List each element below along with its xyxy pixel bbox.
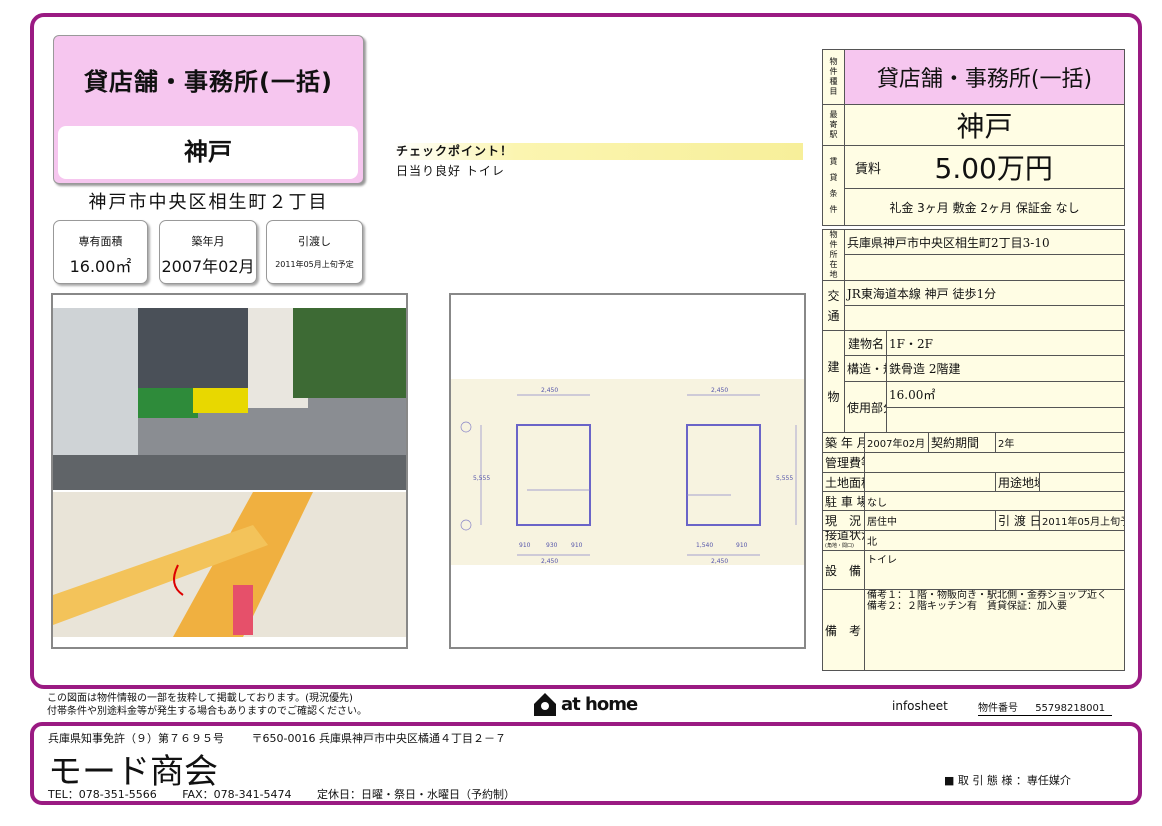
mgmt-label: 管理費等 [822, 452, 865, 473]
company-contact: TEL：078-351-5566 FAX：078-341-5474 定休日：日曜… [48, 786, 515, 802]
street-photo [53, 308, 406, 637]
tel: TEL：078-351-5566 [48, 788, 157, 801]
dim-label: 930 [546, 542, 558, 549]
infosheet-label: infosheet [892, 699, 948, 713]
location-value: 兵庫県神戸市中央区相生町2丁目3-10 [844, 229, 1125, 255]
term-value: 2年 [995, 432, 1125, 453]
road-label-text: 接道状況 [825, 530, 864, 542]
dim-label: 910 [519, 542, 531, 549]
deposits-value: 礼金 3ヶ月 敷金 2ヶ月 保証金 なし [844, 188, 1125, 226]
card-label: 専有面積 [78, 235, 123, 248]
station-value: 神戸 [844, 104, 1125, 146]
fax: FAX：078-341-5474 [182, 788, 292, 801]
station-title: 神戸 [58, 126, 358, 179]
handover-card: 引渡し 2011年05月上旬予定 [266, 220, 363, 284]
floorplan-image: 2,450 2,450 2,450 2,450 5,555 5,555 910 … [451, 379, 804, 565]
dim-label: 2,450 [711, 387, 728, 394]
details-table: 物件所在地 兵庫県神戸市中央区相生町2丁目3-10 交通 JR東海道本線 神戸 徒歩… [822, 229, 1125, 671]
house-icon [534, 693, 556, 716]
equip-label: 設 備 [822, 550, 865, 590]
dim-label: 910 [736, 542, 748, 549]
property-number-label: 物件番号 [978, 703, 1018, 714]
road-value: 北 [864, 530, 1125, 551]
rent-value: 5.00万円 [904, 145, 1125, 189]
built-value: 2007年02月 [864, 432, 929, 453]
terms-label: 賃貸条件 [829, 156, 838, 214]
transport-value: JR東海道本線 神戸 徒歩1分 [844, 280, 1125, 306]
struct-value: 鉄骨造 2階建 [886, 355, 1125, 382]
disclaimer-line: 付帯条件や別途料金等が発生する場合もありますのでご確認ください。 [47, 706, 367, 717]
parking-label: 駐 車 場 [822, 491, 865, 511]
athome-logo: at home [533, 692, 638, 716]
floorplan-frame: 2,450 2,450 2,450 2,450 5,555 5,555 910 … [449, 293, 806, 649]
term-label: 契約期間 [928, 432, 996, 453]
land-label: 土地面積 [822, 472, 865, 492]
struct-label: 構造・規模 [844, 355, 887, 382]
type-label-cell: 物件種目 [822, 49, 845, 105]
station-label: 最寄駅 [829, 110, 838, 139]
road-label: 接道状況(角地・間口) [822, 530, 865, 551]
deal-type: ■ 取 引 態 様 ：専任媒介 [944, 774, 1071, 787]
property-number: 物件番号 55798218001 [978, 699, 1112, 716]
type-value: 貸店舗・事務所(一括) [844, 49, 1125, 105]
card-value: 2007年02月 [161, 257, 255, 276]
area-value: 16.00㎡ [886, 381, 1125, 408]
handover-label: 引 渡 日 [995, 510, 1040, 531]
building-label: 建物 [822, 330, 845, 433]
notes-value: 備考１：１階・物販向き・駅北側・金券ショップ近く 備考２：２階キッチン有 賃貸保… [864, 589, 1125, 671]
dim-label: 5,555 [473, 475, 490, 482]
disclaimer: この図面は物件情報の一部を抜粋して掲載しております。(現況優先) 付帯条件や別途… [47, 692, 367, 718]
property-type-title: 貸店舗・事務所(一括) [84, 68, 333, 96]
disclaimer-line: この図面は物件情報の一部を抜粋して掲載しております。(現況優先) [47, 693, 353, 704]
parking-value: なし [864, 491, 1125, 511]
card-value: 2011年05月上旬予定 [275, 260, 354, 269]
rent-label: 賃料 [844, 145, 905, 189]
station-label-cell: 最寄駅 [822, 104, 845, 146]
built-label: 築 年 月 [822, 432, 865, 453]
summary-table: 物件種目 貸店舗・事務所(一括) 最寄駅 神戸 賃貸条件 賃料 5.00万円 礼金 3ヶ… [822, 49, 1125, 226]
bname-value: 1F・2F [886, 330, 1125, 356]
zone-label: 用途地域 [995, 472, 1040, 492]
logo-text: at home [561, 693, 638, 715]
dim-label: 2,450 [711, 558, 728, 565]
location-label: 物件所在地 [829, 230, 838, 280]
card-label: 引渡し [298, 235, 331, 248]
status-value: 居住中 [864, 510, 996, 531]
type-label: 物件種目 [829, 57, 838, 96]
built-card: 築年月 2007年02月 [159, 220, 257, 284]
dim-label: 2,450 [541, 387, 558, 394]
transport-label: 交通 [822, 280, 845, 331]
notes-label: 備 考 [822, 589, 865, 671]
card-value: 16.00㎡ [69, 257, 132, 276]
photo-frame [51, 293, 408, 649]
company-address: 〒650-0016 兵庫県神戸市中央区橘通４丁目２－７ [251, 732, 506, 745]
handover-value: 2011年05月上旬予定 [1039, 510, 1125, 531]
company-frame: 兵庫県知事免許（９）第７６９５号 〒650-0016 兵庫県神戸市中央区橘通４丁… [30, 722, 1142, 805]
equip-value: トイレ [864, 550, 1125, 590]
dim-label: 2,450 [541, 558, 558, 565]
bname-label: 建物名 [844, 330, 887, 356]
address-short: 神戸市中央区相生町２丁目 [88, 192, 329, 213]
dim-label: 910 [571, 542, 583, 549]
area-card: 専有面積 16.00㎡ [53, 220, 148, 284]
dim-label: 5,555 [776, 475, 793, 482]
checkpoint-text: 日当り良好 トイレ [396, 164, 505, 178]
dim-label: 1,540 [696, 542, 713, 549]
status-label: 現 況 [822, 510, 865, 531]
area-label: 使用部分面積 [844, 381, 887, 433]
road-label-sub: (角地・間口) [825, 543, 854, 549]
property-number-value: 55798218001 [1035, 703, 1106, 714]
title-box: 貸店舗・事務所(一括) 神戸 [53, 35, 364, 184]
holiday: 定休日：日曜・祭日・水曜日（予約制） [317, 788, 516, 801]
terms-label-cell: 賃貸条件 [822, 145, 845, 226]
checkpoint-title: チェックポイント！ [392, 143, 803, 160]
location-label-cell: 物件所在地 [822, 229, 845, 281]
card-label: 築年月 [191, 235, 225, 248]
